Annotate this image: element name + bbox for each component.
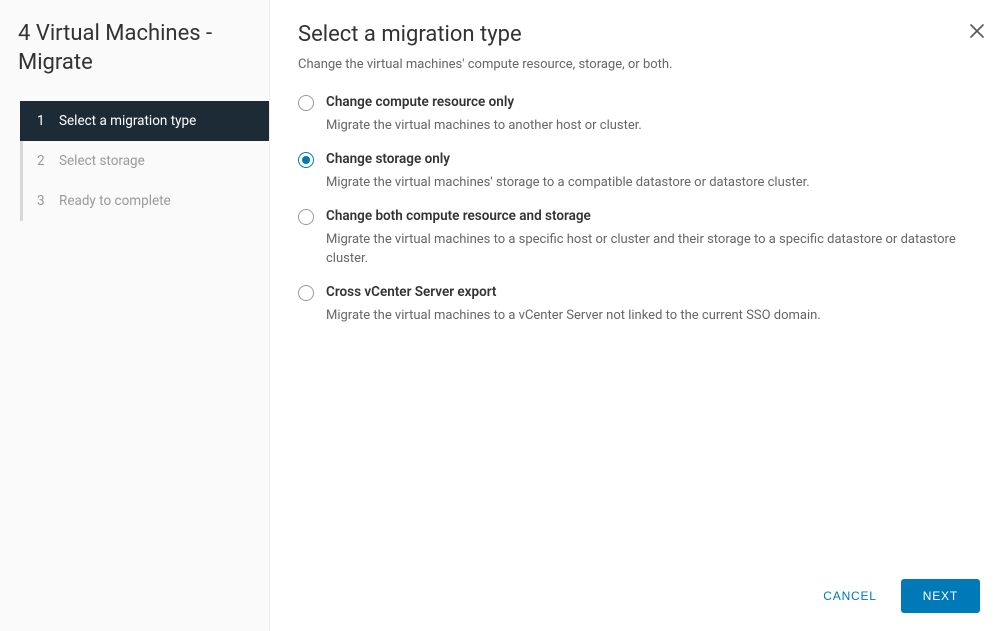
step-number: 3 xyxy=(37,193,49,209)
step-number: 1 xyxy=(37,113,49,129)
page-subtitle: Change the virtual machines' compute res… xyxy=(298,57,980,72)
option-label: Change storage only xyxy=(326,151,980,167)
option-label: Change both compute resource and storage xyxy=(326,208,980,224)
radio-icon[interactable] xyxy=(298,152,314,168)
migration-options: Change compute resource only Migrate the… xyxy=(298,94,980,323)
step-ready-to-complete[interactable]: 3 Ready to complete xyxy=(20,181,269,221)
option-compute-only[interactable]: Change compute resource only Migrate the… xyxy=(298,94,980,133)
option-cross-vcenter-export[interactable]: Cross vCenter Server export Migrate the … xyxy=(298,284,980,323)
wizard-title: 4 Virtual Machines - Migrate xyxy=(0,20,269,101)
radio-icon[interactable] xyxy=(298,209,314,225)
radio-icon[interactable] xyxy=(298,285,314,301)
wizard-sidebar: 4 Virtual Machines - Migrate 1 Select a … xyxy=(0,0,270,631)
cancel-button[interactable]: CANCEL xyxy=(817,581,882,611)
step-label: Select storage xyxy=(59,153,145,169)
step-number: 2 xyxy=(37,153,49,169)
option-storage-only[interactable]: Change storage only Migrate the virtual … xyxy=(298,151,980,190)
wizard-steps: 1 Select a migration type 2 Select stora… xyxy=(20,101,269,221)
main-panel: Select a migration type Change the virtu… xyxy=(270,0,1008,631)
option-desc: Migrate the virtual machines to a specif… xyxy=(326,232,956,266)
option-desc: Migrate the virtual machines to a vCente… xyxy=(326,308,821,323)
page-title: Select a migration type xyxy=(298,22,980,47)
next-button[interactable]: NEXT xyxy=(901,579,980,613)
close-icon[interactable] xyxy=(968,22,986,44)
step-select-migration-type[interactable]: 1 Select a migration type xyxy=(20,101,269,141)
option-label: Change compute resource only xyxy=(326,94,980,110)
step-label: Select a migration type xyxy=(59,113,196,129)
wizard-footer: CANCEL NEXT xyxy=(298,565,980,613)
option-label: Cross vCenter Server export xyxy=(326,284,980,300)
radio-icon[interactable] xyxy=(298,95,314,111)
option-compute-and-storage[interactable]: Change both compute resource and storage… xyxy=(298,208,980,266)
option-desc: Migrate the virtual machines to another … xyxy=(326,118,642,133)
step-label: Ready to complete xyxy=(59,193,171,209)
step-select-storage[interactable]: 2 Select storage xyxy=(20,141,269,181)
option-desc: Migrate the virtual machines' storage to… xyxy=(326,175,810,190)
